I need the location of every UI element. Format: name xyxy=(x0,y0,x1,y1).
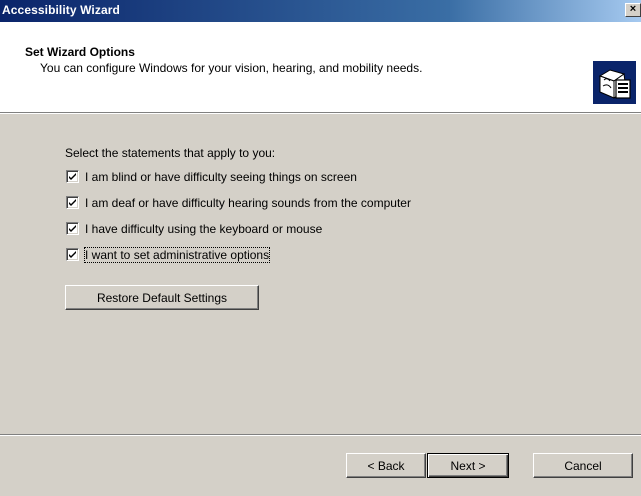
checkmark-icon xyxy=(69,251,76,258)
close-icon: × xyxy=(629,3,637,15)
option-deaf-checkbox[interactable]: I am deaf or have difficulty hearing sou… xyxy=(66,196,466,212)
close-button[interactable]: × xyxy=(625,3,641,17)
page-title: Set Wizard Options xyxy=(25,45,135,59)
checkbox-box[interactable] xyxy=(66,196,79,209)
option-admin-checkbox[interactable]: I want to set administrative options xyxy=(66,247,306,264)
next-button[interactable]: Next > xyxy=(427,453,509,478)
checkmark-icon xyxy=(69,173,76,180)
checkbox-box[interactable] xyxy=(66,248,79,261)
window-title: Accessibility Wizard xyxy=(2,3,120,17)
checkbox-label: I want to set administrative options xyxy=(83,247,271,263)
option-mobility-checkbox[interactable]: I have difficulty using the keyboard or … xyxy=(66,222,366,238)
footer-divider-highlight xyxy=(0,435,641,436)
cancel-button[interactable]: Cancel xyxy=(533,453,633,478)
accessibility-wizard-icon xyxy=(592,60,637,105)
checkbox-label: I have difficulty using the keyboard or … xyxy=(85,222,323,236)
checkbox-label: I am deaf or have difficulty hearing sou… xyxy=(85,196,411,210)
checkmark-icon xyxy=(69,225,76,232)
checkbox-box[interactable] xyxy=(66,222,79,235)
restore-default-settings-button[interactable]: Restore Default Settings xyxy=(65,285,259,310)
checkbox-box[interactable] xyxy=(66,170,79,183)
wizard-header: Set Wizard Options You can configure Win… xyxy=(0,22,641,112)
header-divider-highlight xyxy=(0,113,641,114)
title-bar[interactable]: Accessibility Wizard × xyxy=(0,0,641,22)
back-button[interactable]: < Back xyxy=(346,453,426,478)
page-subtitle: You can configure Windows for your visio… xyxy=(40,61,423,75)
checkmark-icon xyxy=(69,199,76,206)
option-blind-checkbox[interactable]: I am blind or have difficulty seeing thi… xyxy=(66,170,386,186)
checkbox-label: I am blind or have difficulty seeing thi… xyxy=(85,170,357,184)
options-prompt: Select the statements that apply to you: xyxy=(65,146,276,160)
